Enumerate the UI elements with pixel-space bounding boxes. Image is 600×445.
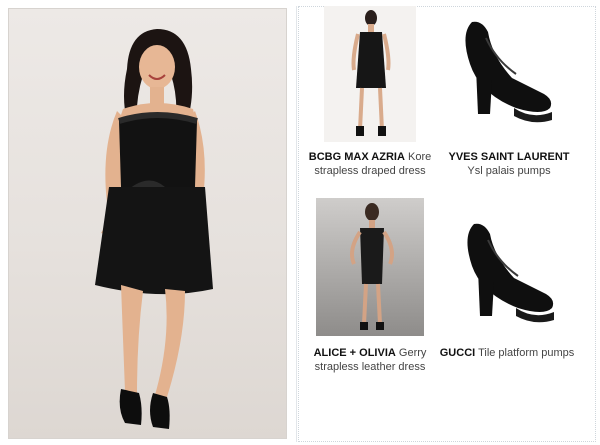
product-caption-4[interactable]: GUCCI Tile platform pumps — [432, 346, 582, 360]
product-caption-2[interactable]: YVES SAINT LAURENT Ysl palais pumps — [444, 150, 574, 178]
product-brand: GUCCI — [439, 347, 476, 359]
product-caption-1[interactable]: BCBG MAX AZRIA Kore strapless draped dre… — [305, 150, 435, 178]
model-illustration — [95, 29, 213, 429]
hero-photo — [8, 8, 287, 439]
product-image-dress-2[interactable] — [316, 198, 424, 336]
column-divider — [296, 6, 297, 442]
product-image-dress-1[interactable] — [324, 6, 416, 142]
product-brand: ALICE + OLIVIA — [313, 347, 396, 359]
product-brand: YVES SAINT LAURENT — [448, 151, 570, 163]
product-image-pumps-1[interactable] — [452, 16, 558, 128]
product-name: Tile platform pumps — [478, 347, 575, 359]
product-name: Ysl palais pumps — [467, 165, 551, 177]
product-caption-3[interactable]: ALICE + OLIVIA Gerry strapless leather d… — [305, 346, 435, 374]
product-brand: BCBG MAX AZRIA — [308, 151, 405, 163]
product-image-pumps-2[interactable] — [452, 216, 558, 328]
